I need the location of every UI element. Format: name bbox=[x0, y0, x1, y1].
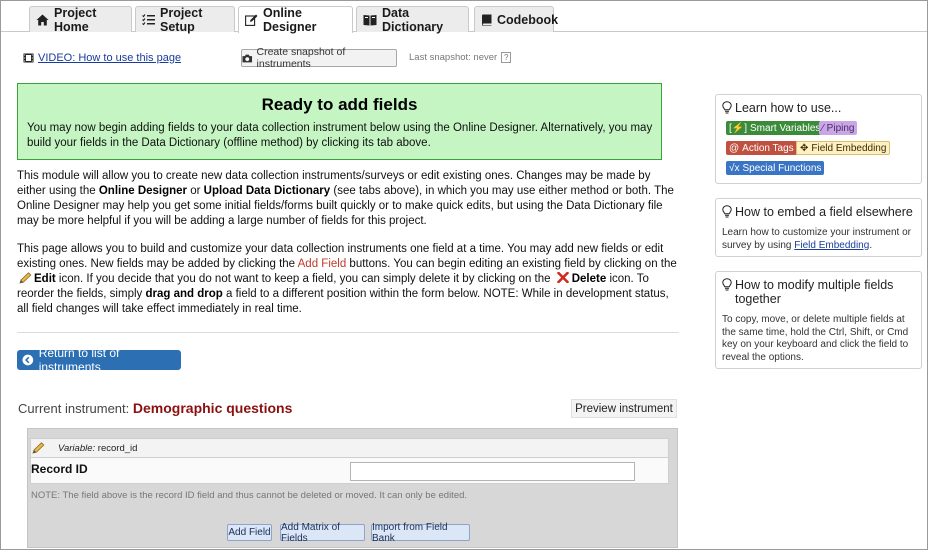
text-bold: drag and drop bbox=[145, 288, 223, 300]
last-snapshot-text: Last snapshot: never bbox=[409, 52, 498, 63]
help-question-icon[interactable]: ? bbox=[501, 52, 512, 63]
preview-instrument-button[interactable]: Preview instrument bbox=[571, 399, 677, 418]
tab-project-setup[interactable]: Project Setup bbox=[135, 5, 235, 34]
tab-online-designer[interactable]: Online Designer bbox=[238, 6, 353, 34]
text-span: or bbox=[187, 185, 204, 197]
video-link[interactable]: VIDEO: How to use this page bbox=[23, 52, 181, 64]
modify-panel: How to modify multiple fields together T… bbox=[715, 271, 922, 369]
embed-panel-title: How to embed a field elsewhere bbox=[722, 205, 913, 219]
last-snapshot-status: Last snapshot: never ? bbox=[409, 52, 512, 63]
sqrt-icon: √x bbox=[729, 162, 740, 174]
record-id-input[interactable] bbox=[350, 462, 635, 481]
current-instrument-label: Current instrument: bbox=[18, 401, 130, 416]
tab-project-home[interactable]: Project Home bbox=[29, 5, 132, 34]
camera-icon bbox=[242, 54, 253, 62]
badge-label: Smart Variables bbox=[750, 122, 821, 134]
current-instrument: Current instrument: Demographic question… bbox=[18, 400, 292, 416]
learn-panel: Learn how to use... [⚡] Smart Variables ⁄… bbox=[715, 94, 922, 184]
instrument-name: Demographic questions bbox=[132, 400, 293, 416]
embed-panel: How to embed a field elsewhere Learn how… bbox=[715, 198, 922, 257]
badge-special-functions[interactable]: √x Special Functions bbox=[726, 161, 825, 175]
arrows-icon: ✥ bbox=[800, 142, 809, 154]
video-link-label: VIDEO: How to use this page bbox=[38, 52, 182, 64]
import-field-bank-button[interactable]: Import from Field Bank bbox=[371, 522, 470, 544]
divider bbox=[17, 332, 679, 333]
tab-data-dictionary[interactable]: Data Dictionary bbox=[356, 5, 469, 34]
home-icon bbox=[36, 14, 49, 25]
film-icon bbox=[23, 53, 34, 63]
tab-label: Codebook bbox=[497, 12, 559, 27]
text-bold: Upload Data Dictionary bbox=[203, 185, 331, 197]
intro-paragraph-1: This module will allow you to create new… bbox=[17, 169, 679, 229]
notice-text: You may now begin adding fields to your … bbox=[27, 122, 653, 149]
text-bold: Online Designer bbox=[98, 185, 188, 197]
bolt-icon: [⚡] bbox=[729, 122, 748, 134]
lightbulb-icon bbox=[722, 101, 732, 114]
return-to-instruments-button[interactable]: Return to list of instruments bbox=[17, 346, 181, 374]
add-matrix-button[interactable]: Add Matrix of Fields bbox=[280, 522, 365, 544]
tab-codebook[interactable]: Codebook bbox=[474, 6, 558, 32]
tab-label: Project Setup bbox=[160, 5, 203, 34]
record-id-note: NOTE: The field above is the record ID f… bbox=[31, 490, 468, 501]
badge-piping[interactable]: ⁄ Piping bbox=[819, 121, 858, 135]
embed-panel-text: Learn how to customize your instrument o… bbox=[722, 227, 918, 252]
intro-paragraph-2: This page allows you to build and custom… bbox=[17, 242, 679, 317]
badge-field-embedding[interactable]: ✥ Field Embedding bbox=[796, 141, 891, 155]
text-span: buttons. You can begin editing an existi… bbox=[346, 258, 677, 270]
list-check-icon bbox=[142, 14, 155, 25]
text-span: . bbox=[869, 239, 873, 251]
variable-prefix: Variable: bbox=[58, 443, 96, 454]
learn-panel-title: Learn how to use... bbox=[722, 101, 841, 115]
learn-title-text: Learn how to use... bbox=[735, 101, 842, 115]
tab-label: Online Designer bbox=[263, 6, 317, 34]
lightbulb-icon bbox=[722, 278, 732, 291]
tab-label: Data Dictionary bbox=[382, 5, 444, 34]
variable-label: Variable: record_id bbox=[58, 443, 137, 454]
lightbulb-icon bbox=[722, 205, 732, 218]
add-field-text: Add Field bbox=[297, 258, 347, 270]
tab-label: Project Home bbox=[54, 5, 97, 34]
chevron-left-circle-icon bbox=[22, 354, 34, 366]
modify-panel-title: How to modify multiple fields together bbox=[722, 278, 918, 306]
text-bold: Delete bbox=[571, 273, 607, 285]
pencil-icon bbox=[19, 272, 32, 284]
text-span: icon. If you decide that you do not want… bbox=[55, 273, 554, 285]
create-snapshot-button[interactable]: Create snapshot of instruments bbox=[241, 46, 397, 70]
text-bold: Edit bbox=[34, 273, 56, 285]
book-icon bbox=[482, 14, 492, 26]
badge-smart-variables[interactable]: [⚡] Smart Variables bbox=[726, 121, 824, 135]
notice-title: Ready to add fields bbox=[261, 95, 418, 114]
badge-label: Piping bbox=[826, 122, 855, 134]
pencil-square-icon bbox=[245, 14, 258, 26]
variable-name: record_id bbox=[97, 443, 138, 454]
at-icon: @ bbox=[729, 142, 740, 154]
delete-x-icon bbox=[556, 271, 569, 284]
embed-title-text: How to embed a field elsewhere bbox=[735, 205, 913, 219]
add-field-button[interactable]: Add Field bbox=[227, 524, 272, 541]
badge-label: Special Functions bbox=[742, 162, 822, 174]
field-label: Record ID bbox=[31, 462, 88, 476]
modify-panel-text: To copy, move, or delete multiple fields… bbox=[722, 314, 909, 363]
snapshot-button-label: Create snapshot of instruments bbox=[256, 46, 346, 70]
badge-label: Field Embedding bbox=[811, 142, 887, 154]
wand-icon: ⁄ bbox=[822, 122, 824, 134]
field-embedding-link[interactable]: Field Embedding bbox=[794, 240, 869, 251]
book-open-icon bbox=[363, 14, 377, 25]
modify-title-text: How to modify multiple fields together bbox=[735, 278, 894, 306]
tab-bar: Project Home Project Setup Online Design… bbox=[1, 1, 927, 34]
badge-action-tags[interactable]: @ Action Tags bbox=[726, 141, 797, 155]
return-button-label: Return to list of instruments bbox=[38, 346, 120, 374]
ready-notice: Ready to add fields You may now begin ad… bbox=[17, 83, 662, 160]
edit-field-pencil-icon[interactable] bbox=[32, 442, 45, 454]
badge-label: Action Tags bbox=[742, 142, 794, 154]
